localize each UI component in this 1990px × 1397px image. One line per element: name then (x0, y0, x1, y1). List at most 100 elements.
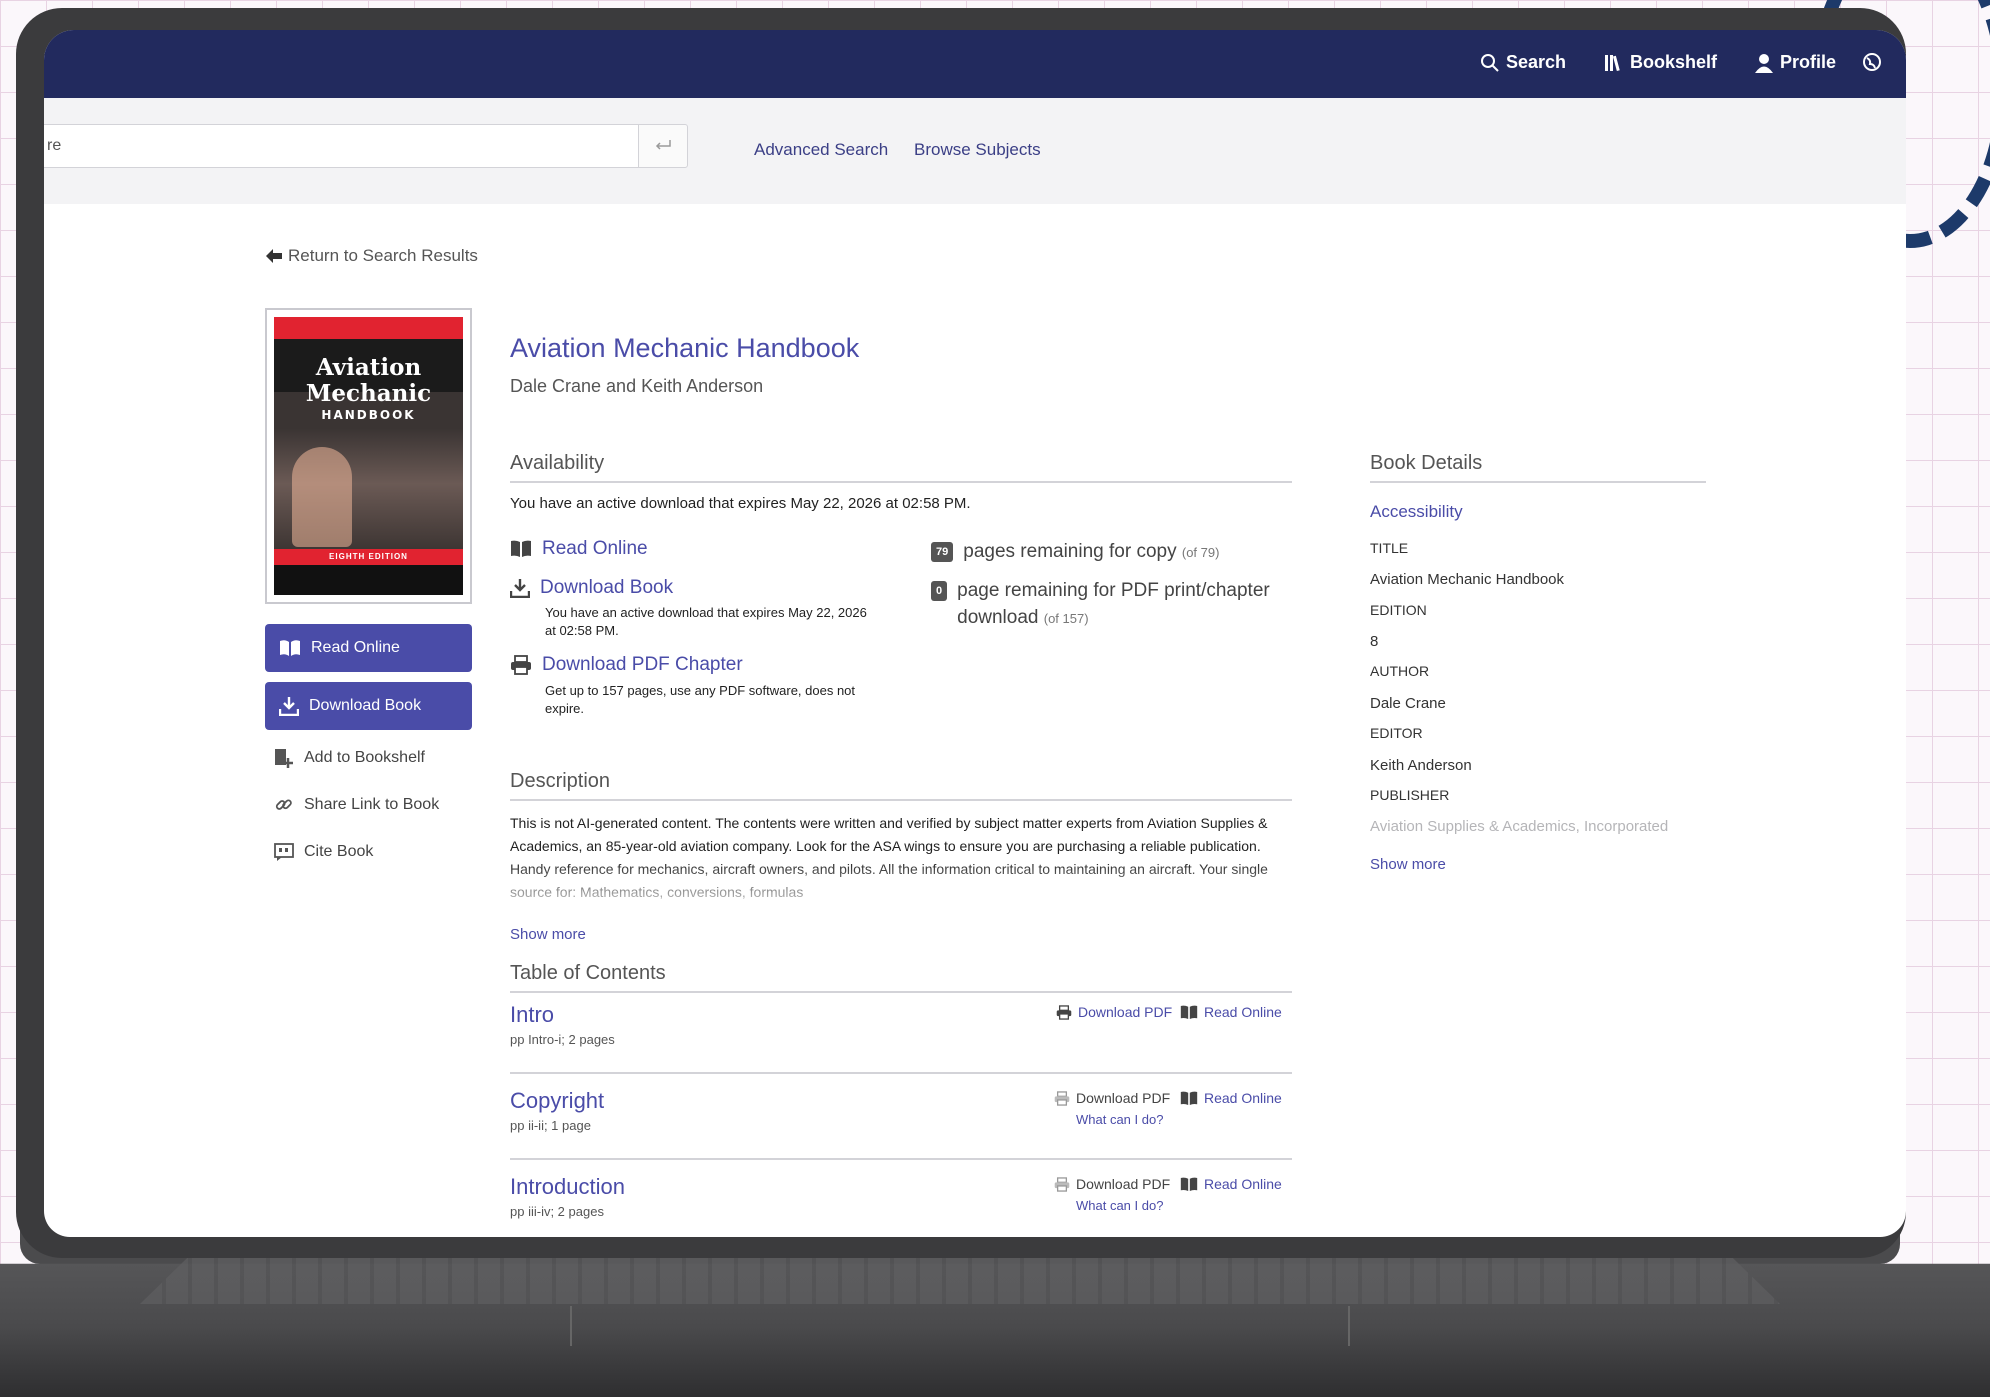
share-link-button[interactable]: Share Link to Book (274, 795, 439, 815)
toc-item-title[interactable]: Introduction (510, 1174, 625, 1200)
cover-title-line2: Mechanic (305, 380, 432, 407)
what-can-i-do-link[interactable]: What can I do? (1076, 1112, 1163, 1127)
nav-profile[interactable]: Profile (1754, 52, 1836, 73)
toc-item-title[interactable]: Intro (510, 1002, 554, 1028)
cover-footer (274, 565, 463, 595)
bookshelf-icon (1604, 54, 1624, 72)
cover-title-line3: HANDBOOK (321, 408, 416, 422)
details-show-more-link[interactable]: Show more (1370, 856, 1446, 873)
description-heading: Description (510, 770, 611, 792)
book-cover: Aviation Mechanic HANDBOOK EIGHTH EDITIO… (265, 308, 472, 604)
cover-edition: EIGHTH EDITION (274, 549, 463, 565)
browse-subjects-link[interactable]: Browse Subjects (914, 140, 1041, 160)
detail-publisher-label: PUBLISHER (1370, 787, 1450, 803)
download-icon (510, 578, 530, 598)
add-to-bookshelf-button[interactable]: Add to Bookshelf (274, 748, 425, 768)
toc-download-pdf-label: Download PDF (1076, 1090, 1171, 1106)
toc-item-pages: pp Intro-i; 2 pages (510, 1032, 615, 1047)
detail-title-value: Aviation Mechanic Handbook (1370, 571, 1565, 588)
download-pdf-chapter-note: Get up to 157 pages, use any PDF softwar… (545, 683, 856, 716)
cover-title: Aviation Mechanic HANDBOOK (274, 355, 463, 423)
cover-photo-figure (292, 447, 352, 547)
nav-profile-label: Profile (1780, 52, 1837, 72)
toc-item-pages: pp ii-ii; 1 page (510, 1118, 591, 1133)
copy-remaining: 79 pages remaining for copy (of 79) (931, 538, 1219, 566)
book-authors: Dale Crane and Keith Anderson (510, 376, 764, 396)
detail-editor-label: EDITOR (1370, 725, 1423, 741)
share-link-label: Share Link to Book (304, 796, 440, 813)
availability-download-book-label: Download Book (540, 577, 674, 598)
availability-read-online-label: Read Online (542, 538, 648, 559)
nav-bookshelf[interactable]: Bookshelf (1604, 52, 1717, 73)
return-link-label: Return to Search Results (288, 246, 478, 265)
link-icon (274, 795, 294, 815)
detail-edition-label: EDITION (1370, 602, 1427, 618)
toc-download-pdf-label: Download PDF (1076, 1176, 1171, 1192)
open-book-icon (1180, 1005, 1198, 1020)
return-to-search-link[interactable]: Return to Search Results (266, 246, 478, 266)
accessibility-link[interactable]: Accessibility (1370, 502, 1463, 522)
enter-icon (654, 139, 672, 153)
advanced-search-link[interactable]: Advanced Search (754, 140, 888, 160)
laptop-trackpad (570, 1306, 1350, 1346)
detail-author-label: AUTHOR (1370, 663, 1430, 679)
laptop-lid: Search Bookshelf Profile re Advanced Sea… (16, 8, 1906, 1258)
download-book-button[interactable]: Download Book (265, 682, 472, 730)
availability-divider (510, 481, 1292, 483)
availability-heading: Availability (510, 452, 605, 474)
toc-item-pages: pp iii-iv; 2 pages (510, 1204, 604, 1219)
download-book-note: You have an active download that expires… (545, 605, 867, 638)
what-can-i-do-link[interactable]: What can I do? (1076, 1198, 1163, 1213)
printer-icon (510, 655, 532, 675)
nav-language[interactable] (1862, 52, 1882, 72)
search-input[interactable] (44, 124, 668, 168)
pdf-remaining-text-wrap: page remaining for PDF print/chapter dow… (957, 577, 1301, 632)
toc-download-pdf-button[interactable]: Download PDF (1056, 1004, 1172, 1020)
availability-download-book-link[interactable]: Download Book (510, 577, 673, 599)
active-download-notice: You have an active download that expires… (510, 495, 971, 512)
availability-read-online-link[interactable]: Read Online (510, 538, 648, 560)
open-book-icon (1180, 1177, 1198, 1192)
top-navbar: Search Bookshelf Profile (44, 30, 1906, 98)
printer-icon (1056, 1004, 1072, 1020)
toc-item-title[interactable]: Copyright (510, 1088, 604, 1114)
printer-icon (1054, 1090, 1070, 1106)
download-pdf-chapter-link[interactable]: Download PDF Chapter (510, 654, 743, 676)
pdf-count-badge: 0 (931, 581, 948, 601)
read-online-button[interactable]: Read Online (265, 624, 472, 672)
book-details-heading: Book Details (1370, 452, 1483, 474)
toc-download-pdf-button[interactable]: Download PDF (1054, 1090, 1170, 1106)
toc-download-pdf-label: Download PDF (1078, 1004, 1173, 1020)
nav-bookshelf-label: Bookshelf (1630, 52, 1718, 72)
toc-read-online-button[interactable]: Read Online (1180, 1176, 1282, 1192)
detail-edition-value: 8 (1370, 633, 1379, 650)
description-divider (510, 799, 1292, 801)
copy-count-badge: 79 (931, 542, 954, 562)
toc-row-divider (510, 1158, 1292, 1160)
arrow-left-icon (266, 249, 282, 263)
toc-read-online-label: Read Online (1204, 1004, 1282, 1020)
pdf-remaining: 0 page remaining for PDF print/chapter d… (931, 577, 1301, 632)
open-book-icon (510, 540, 532, 558)
copy-total: (of 79) (1181, 545, 1220, 560)
user-icon (1754, 53, 1774, 73)
book-details-divider (1370, 481, 1706, 483)
detail-editor-value: Keith Anderson (1370, 757, 1472, 774)
detail-author-value: Dale Crane (1370, 695, 1446, 712)
nav-search[interactable]: Search (1480, 52, 1566, 73)
cite-book-button[interactable]: Cite Book (274, 842, 373, 862)
toc-read-online-label: Read Online (1204, 1176, 1282, 1192)
toc-read-online-button[interactable]: Read Online (1180, 1004, 1282, 1020)
toc-download-pdf-button[interactable]: Download PDF (1054, 1176, 1170, 1192)
nav-search-label: Search (1506, 52, 1567, 72)
search-submit-button[interactable] (638, 124, 688, 168)
toc-read-online-button[interactable]: Read Online (1180, 1090, 1282, 1106)
description-show-more-link[interactable]: Show more (510, 926, 586, 943)
bookshelf-add-icon (274, 748, 294, 768)
book-title: Aviation Mechanic Handbook (510, 333, 860, 363)
cover-title-line1: Aviation (315, 354, 422, 381)
detail-publisher-value: Aviation Supplies & Academics, Incorpora… (1370, 818, 1669, 835)
toc-heading: Table of Contents (510, 962, 666, 984)
toc-row-introduction: Introduction pp iii-iv; 2 pages Download… (510, 1174, 1290, 1237)
globe-icon (1862, 52, 1882, 72)
